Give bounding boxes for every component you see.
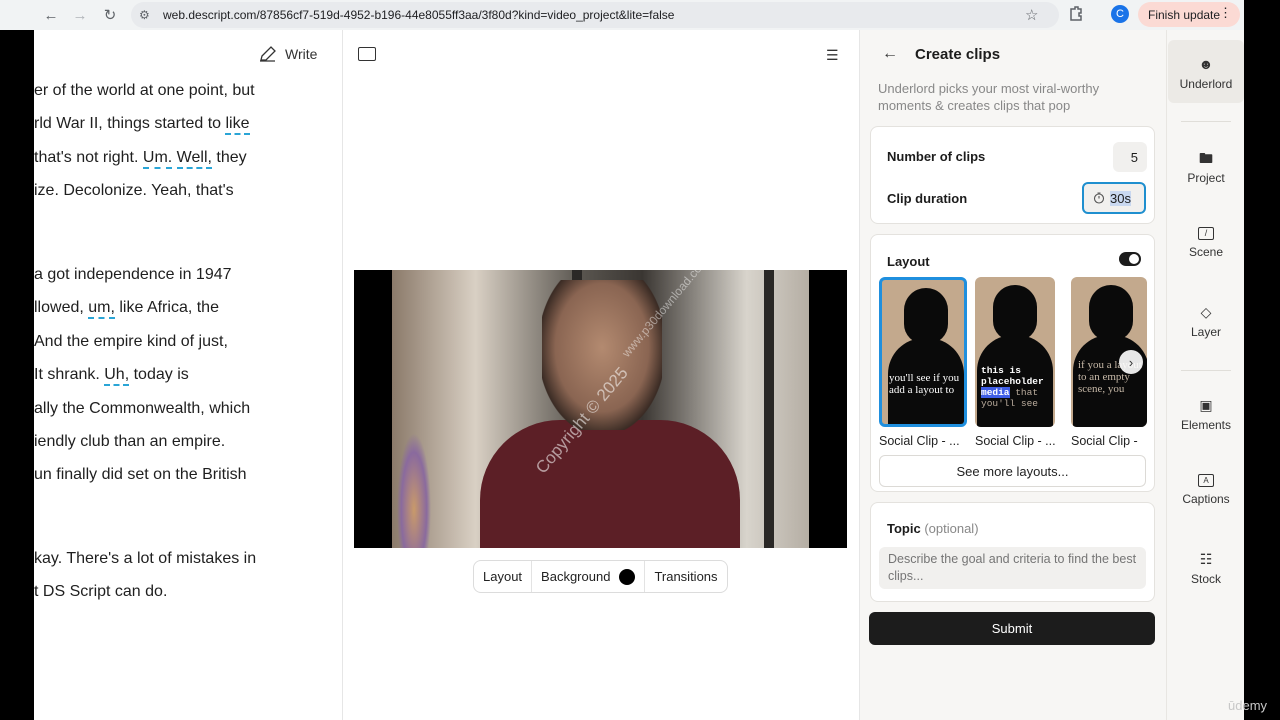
frame-border-right: [1244, 0, 1280, 720]
captions-icon: A: [1198, 474, 1214, 487]
transcript-line[interactable]: ize. Decolonize. Yeah, that's: [34, 182, 234, 200]
background-button[interactable]: Background: [532, 561, 646, 592]
site-info-icon[interactable]: ⚙: [139, 8, 159, 22]
stock-icon: ☷: [1199, 551, 1213, 567]
profile-avatar[interactable]: C: [1111, 5, 1129, 23]
transcript-line[interactable]: rld War II, things started to like: [34, 115, 250, 135]
transcript-line[interactable]: that's not right. Um. Well, they: [34, 149, 247, 169]
rail-item-elements[interactable]: ▣ Elements: [1167, 397, 1245, 432]
transcript-line[interactable]: iendly club than an empire.: [34, 433, 225, 451]
filler-word: like: [225, 115, 250, 135]
person-image: [480, 420, 740, 548]
layout-label: Social Clip - ...: [879, 434, 960, 448]
url-text: web.descript.com/87856cf7-519d-4952-b196…: [163, 8, 675, 22]
rail-item-stock[interactable]: ☷ Stock: [1167, 551, 1245, 586]
transcript-line[interactable]: It shrank. Uh, today is: [34, 366, 189, 386]
layout-carousel: you'll see if you add a layout to Social…: [879, 277, 1147, 452]
transitions-button[interactable]: Transitions: [645, 561, 726, 592]
submit-button[interactable]: Submit: [869, 612, 1155, 645]
transcript-line[interactable]: llowed, um, like Africa, the: [34, 299, 219, 319]
fullscreen-icon[interactable]: [358, 47, 376, 61]
filler-word: Uh,: [104, 366, 130, 386]
duration-value: 30s: [1110, 190, 1131, 206]
filler-word: Um.: [142, 149, 173, 169]
filler-word: Well,: [176, 149, 212, 169]
see-more-layouts-button[interactable]: See more layouts...: [879, 455, 1146, 487]
topic-card: Topic (optional): [870, 502, 1155, 602]
topic-input[interactable]: [879, 547, 1146, 589]
carousel-next-icon[interactable]: ›: [1119, 350, 1143, 374]
layout-label: Layout: [887, 254, 930, 269]
canvas-panel: ☰ Copyright © 2025 www.p30download.com L…: [343, 30, 860, 720]
transcript-panel[interactable]: Write er of the world at one point, but …: [34, 30, 343, 720]
scene-icon: /: [1198, 227, 1214, 240]
video-toolbar: Layout Background Transitions: [473, 560, 728, 593]
browser-toolbar: ← → ↻ ⚙ web.descript.com/87856cf7-519d-4…: [0, 0, 1244, 30]
frame-border-left: [0, 30, 34, 720]
clip-settings-card: Number of clips 5 Clip duration 30s: [870, 126, 1155, 224]
create-clips-panel: ← Create clips Underlord picks your most…: [860, 30, 1166, 720]
transcript-line[interactable]: And the empire kind of just,: [34, 333, 228, 351]
layout-button[interactable]: Layout: [474, 561, 533, 592]
transcript-line[interactable]: un finally did set on the British: [34, 466, 247, 484]
panel-toggle-icon[interactable]: ☰: [826, 47, 839, 64]
layout-caption-preview: this is placeholder media that you'll se…: [981, 365, 1044, 409]
rail-item-layer[interactable]: ◇ Layer: [1167, 304, 1245, 339]
back-icon[interactable]: ←: [36, 0, 66, 30]
finish-update-label: Finish update: [1148, 7, 1221, 22]
elements-icon: ▣: [1199, 397, 1213, 413]
rail-item-project[interactable]: 🖿 Project: [1167, 150, 1245, 185]
layers-icon: ◇: [1200, 304, 1212, 320]
clip-duration-input[interactable]: 30s: [1082, 182, 1146, 214]
video-preview[interactable]: Copyright © 2025 www.p30download.com: [354, 270, 847, 548]
layout-option[interactable]: this is placeholder media that you'll se…: [975, 277, 1063, 448]
panel-title: Create clips: [915, 46, 1001, 63]
layout-label: Social Clip - ...: [975, 434, 1056, 448]
num-clips-label: Number of clips: [887, 149, 986, 164]
rail-item-scene[interactable]: / Scene: [1167, 227, 1245, 259]
background-color-swatch: [619, 568, 636, 585]
forward-icon[interactable]: →: [65, 0, 95, 30]
right-rail: ☻ Underlord 🖿 Project / Scene ◇ Layer ▣ …: [1166, 30, 1244, 720]
write-label: Write: [285, 46, 318, 62]
filler-word: um,: [88, 299, 115, 319]
transcript-line[interactable]: a got independence in 1947: [34, 266, 232, 284]
timer-icon: [1093, 192, 1105, 204]
robot-icon: ☻: [1198, 56, 1214, 72]
transcript-line[interactable]: er of the world at one point, but: [34, 82, 255, 100]
layout-caption-preview: you'll see if you add a layout to: [889, 372, 960, 396]
transcript-line[interactable]: kay. There's a lot of mistakes in: [34, 550, 256, 568]
num-clips-input[interactable]: 5: [1113, 142, 1147, 172]
panel-description: Underlord picks your most viral-worthy m…: [878, 81, 1100, 113]
guitar-image: [394, 420, 434, 548]
transcript-line[interactable]: ally the Commonwealth, which: [34, 400, 250, 418]
address-bar[interactable]: ⚙ web.descript.com/87856cf7-519d-4952-b1…: [131, 2, 1059, 28]
layout-card: Layout you'll see if you add a layout to…: [870, 234, 1155, 492]
layout-option[interactable]: you'll see if you add a layout to Social…: [879, 277, 967, 448]
extensions-icon[interactable]: [1068, 5, 1084, 23]
pen-icon: [260, 46, 276, 62]
topic-label: Topic (optional): [887, 521, 979, 536]
more-vert-icon: ⋮: [1219, 5, 1232, 20]
write-button[interactable]: Write: [259, 46, 317, 62]
transcript-line[interactable]: t DS Script can do.: [34, 583, 167, 601]
udemy-watermark: ūdemy: [1228, 698, 1268, 713]
rail-item-underlord[interactable]: ☻ Underlord: [1168, 40, 1244, 103]
back-arrow-icon[interactable]: ←: [882, 45, 898, 63]
layout-label: Social Clip -: [1071, 434, 1138, 448]
video-frame: Copyright © 2025 www.p30download.com: [392, 270, 809, 548]
finish-update-button[interactable]: Finish update ⋮: [1138, 2, 1240, 27]
rail-item-captions[interactable]: A Captions: [1167, 474, 1245, 506]
duration-label: Clip duration: [887, 191, 968, 206]
reload-icon[interactable]: ↻: [95, 0, 125, 30]
bookmark-star-icon[interactable]: ☆: [1025, 6, 1038, 24]
folder-icon: 🖿: [1199, 150, 1213, 166]
layout-toggle[interactable]: [1119, 252, 1141, 266]
